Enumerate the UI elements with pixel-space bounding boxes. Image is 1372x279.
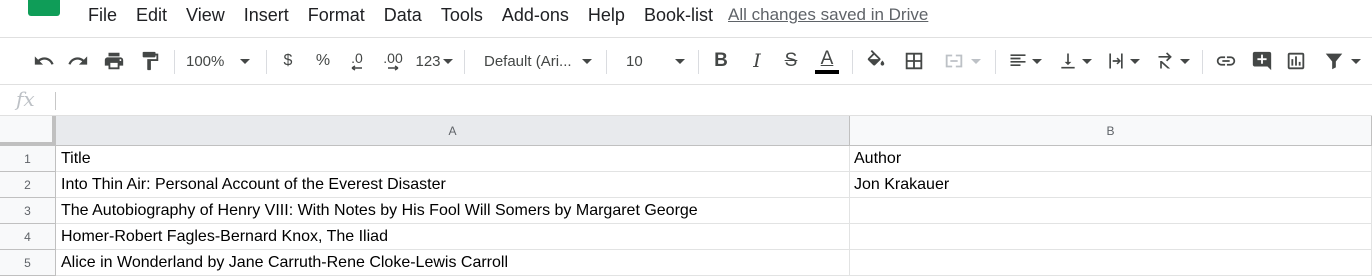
toolbar-divider xyxy=(174,50,175,74)
toolbar-divider xyxy=(266,50,267,74)
chevron-down-icon xyxy=(581,58,592,64)
zoom-value: 100% xyxy=(186,52,225,70)
menu-items: File Edit View Insert Format Data Tools … xyxy=(88,4,732,26)
row-header[interactable]: 3 xyxy=(0,198,56,224)
chevron-down-icon xyxy=(1130,58,1140,64)
cell-a4[interactable]: Homer-Robert Fagles-Bernard Knox, The Il… xyxy=(56,224,850,250)
increase-decimal-button[interactable]: .00 xyxy=(378,38,408,84)
chevron-down-icon xyxy=(1032,58,1042,64)
column-header-a[interactable]: A xyxy=(56,116,850,146)
menu-tools[interactable]: Tools xyxy=(441,5,483,26)
toolbar-divider xyxy=(852,50,853,74)
menu-book-list[interactable]: Book-list xyxy=(644,5,713,26)
arrow-left-icon xyxy=(351,65,362,71)
print-icon[interactable] xyxy=(100,38,128,84)
cell-b2[interactable]: Jon Krakauer xyxy=(850,172,1372,198)
insert-chart-icon[interactable] xyxy=(1282,38,1310,84)
cell-a2[interactable]: Into Thin Air: Personal Account of the E… xyxy=(56,172,850,198)
sheets-logo-icon[interactable] xyxy=(28,0,60,16)
fill-color-icon[interactable] xyxy=(862,38,890,84)
menu-help[interactable]: Help xyxy=(588,5,625,26)
text-color-swatch xyxy=(815,69,839,74)
italic-button[interactable]: I xyxy=(744,38,770,84)
undo-icon[interactable] xyxy=(30,38,58,84)
percent-format-button[interactable]: % xyxy=(310,38,336,84)
cell-b5[interactable] xyxy=(850,250,1372,276)
menu-view[interactable]: View xyxy=(186,5,225,26)
chevron-down-icon xyxy=(971,58,981,64)
insert-link-icon[interactable] xyxy=(1212,38,1240,84)
toolbar-divider xyxy=(995,50,996,74)
text-rotation-icon[interactable] xyxy=(1152,38,1194,84)
borders-icon[interactable] xyxy=(900,38,928,84)
menu-file[interactable]: File xyxy=(88,5,117,26)
formula-bar: fx xyxy=(0,86,1372,116)
redo-icon[interactable] xyxy=(64,38,92,84)
strikethrough-button[interactable]: S xyxy=(778,38,804,84)
cell-a5[interactable]: Alice in Wonderland by Jane Carruth-Rene… xyxy=(56,250,850,276)
vertical-align-icon[interactable] xyxy=(1054,38,1096,84)
horizontal-align-icon[interactable] xyxy=(1004,38,1046,84)
toolbar-divider xyxy=(606,50,607,74)
cell-b1[interactable]: Author xyxy=(850,146,1372,172)
toolbar-divider xyxy=(1202,50,1203,74)
chevron-down-icon xyxy=(674,58,685,64)
menu-add-ons[interactable]: Add-ons xyxy=(502,5,569,26)
row-header[interactable]: 4 xyxy=(0,224,56,250)
filter-icon[interactable] xyxy=(1318,38,1366,84)
insert-comment-icon[interactable] xyxy=(1248,38,1276,84)
toolbar-divider xyxy=(698,50,699,74)
font-size-value: 10 xyxy=(626,52,643,70)
font-size-select[interactable]: 10 xyxy=(626,38,690,84)
font-family-select[interactable]: Default (Ari... xyxy=(484,38,598,84)
decrease-decimal-button[interactable]: .0 xyxy=(344,38,370,84)
menu-data[interactable]: Data xyxy=(384,5,422,26)
text-color-button[interactable]: A xyxy=(813,38,841,84)
chevron-down-icon xyxy=(240,58,251,64)
row-header[interactable]: 5 xyxy=(0,250,56,276)
formula-bar-divider xyxy=(55,92,56,110)
menu-format[interactable]: Format xyxy=(308,5,365,26)
row-header[interactable]: 1 xyxy=(0,146,56,172)
column-header-b[interactable]: B xyxy=(850,116,1372,146)
toolbar: 100% $ % .0 .00 123 Default (Ari... 10 B… xyxy=(0,37,1372,85)
row-header[interactable]: 2 xyxy=(0,172,56,198)
chevron-down-icon xyxy=(1082,58,1092,64)
currency-format-button[interactable]: $ xyxy=(276,38,300,84)
formula-input[interactable] xyxy=(62,90,1362,112)
fx-label: fx xyxy=(16,87,35,111)
zoom-select[interactable]: 100% xyxy=(186,38,258,84)
text-wrapping-icon[interactable] xyxy=(1102,38,1144,84)
paint-format-icon[interactable] xyxy=(136,38,164,84)
menu-edit[interactable]: Edit xyxy=(136,5,167,26)
chevron-down-icon xyxy=(442,58,453,64)
save-status-link[interactable]: All changes saved in Drive xyxy=(728,5,928,25)
spreadsheet-grid: A B 1 Title Author 2 Into Thin Air: Pers… xyxy=(0,116,1372,279)
cell-b4[interactable] xyxy=(850,224,1372,250)
toolbar-divider xyxy=(464,50,465,74)
select-all-corner[interactable] xyxy=(0,116,56,146)
merge-cells-icon[interactable] xyxy=(938,38,986,84)
cell-b3[interactable] xyxy=(850,198,1372,224)
menu-insert[interactable]: Insert xyxy=(244,5,289,26)
chevron-down-icon xyxy=(1180,58,1190,64)
bold-button[interactable]: B xyxy=(708,38,734,84)
cell-a3[interactable]: The Autobiography of Henry VIII: With No… xyxy=(56,198,850,224)
more-formats-button[interactable]: 123 xyxy=(412,38,456,84)
arrow-right-icon xyxy=(388,65,399,71)
font-family-value: Default (Ari... xyxy=(484,52,572,70)
chevron-down-icon xyxy=(1351,58,1361,64)
cell-a1[interactable]: Title xyxy=(56,146,850,172)
menu-bar: File Edit View Insert Format Data Tools … xyxy=(0,0,1372,36)
